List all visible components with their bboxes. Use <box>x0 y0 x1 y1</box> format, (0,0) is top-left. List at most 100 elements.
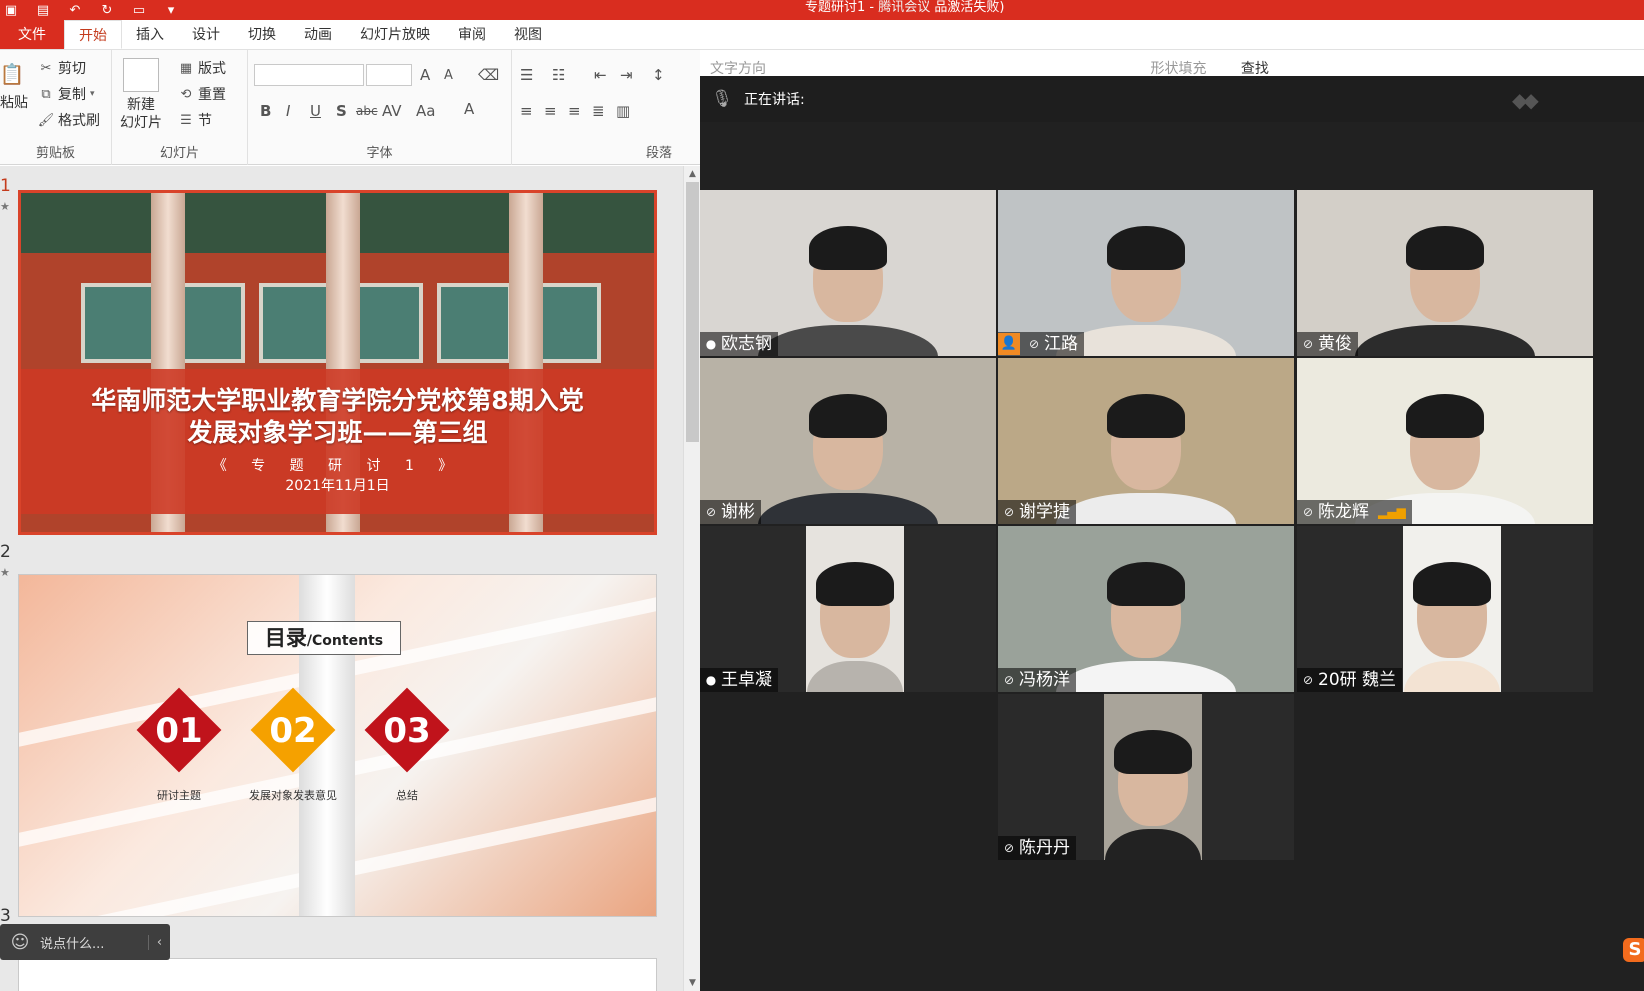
slide-thumbnail-2[interactable]: 目录/Contents 01 研讨主题 02 发展对象发表意见 03 总结 <box>18 574 657 917</box>
chat-input-pill[interactable]: ☺ 说点什么... ‹ <box>0 924 170 960</box>
participant-nameplate: ⊘ 黄俊 <box>1297 332 1358 356</box>
participant-body <box>1056 661 1236 692</box>
participant-hair <box>809 394 887 438</box>
slide-thumbnail-1[interactable]: 华南师范大学职业教育学院分党校第8期入党 发展对象学习班——第三组 《 专 题 … <box>18 190 657 535</box>
window-title: 专题研讨1 - 腾讯会议 品激活失败) <box>805 0 1004 16</box>
align-right-icon[interactable]: ≡ <box>568 102 581 120</box>
video-grid: ● 欧志钢 👤 ⊘ 江路 ⊘ 黄俊 ⊘ 谢彬 ⊘ 谢学捷 ⊘ 陈龙辉 ▂▄▆ ● 王卓凝 ⊘ 冯杨洋 ⊘ 20研 魏兰… <box>700 122 1644 991</box>
participant-name: 江路 <box>1044 334 1078 354</box>
font-color-button[interactable]: A <box>464 100 474 118</box>
bold-button[interactable]: B <box>260 102 271 120</box>
save-icon[interactable]: ▤ <box>34 2 52 18</box>
video-tile[interactable]: ⊘ 陈丹丹 <box>998 694 1294 860</box>
video-tile[interactable]: ⊘ 冯杨洋 <box>998 526 1294 692</box>
participant-nameplate: ⊘ 谢彬 <box>700 500 761 524</box>
video-tile[interactable]: ⊘ 20研 魏兰 <box>1297 526 1593 692</box>
participant-nameplate: ⊘ 陈龙辉 ▂▄▆ <box>1297 500 1412 524</box>
line-spacing-icon[interactable]: ↕ <box>652 66 665 84</box>
columns-icon[interactable]: ▥ <box>616 102 630 120</box>
participant-body <box>1404 661 1500 692</box>
copy-button[interactable]: ⧉ 复制 ▾ <box>38 84 95 104</box>
ribbon-tab[interactable]: 开始 <box>64 20 122 49</box>
reset-button[interactable]: ⟲ 重置 <box>178 84 226 104</box>
slide-thumbnail-3[interactable] <box>18 958 657 991</box>
participant-body <box>1056 493 1236 524</box>
meeting-window: 🎙 正在讲话: ◆◆ ● 欧志钢 👤 ⊘ 江路 ⊘ 黄俊 ⊘ 谢彬 ⊘ 谢学捷 ⊘ 陈龙辉 ▂▄▆ ● 王卓凝… <box>700 76 1644 991</box>
cut-button[interactable]: ✂ 剪切 <box>38 58 86 78</box>
mic-muted-icon: ⊘ <box>1302 673 1314 687</box>
align-center-icon[interactable]: ≡ <box>544 102 557 120</box>
ribbon-tab[interactable]: 切换 <box>234 20 290 49</box>
section-label: 节 <box>198 113 212 129</box>
scroll-down-icon[interactable]: ▼ <box>684 975 701 991</box>
participant-hair <box>1107 394 1185 438</box>
ribbon-tab[interactable]: 幻灯片放映 <box>346 20 444 49</box>
strikethrough-button[interactable]: abc <box>356 104 378 118</box>
input-method-icon[interactable]: S <box>1623 938 1644 962</box>
section-button[interactable]: ☰ 节 <box>178 110 212 130</box>
speaking-label: 正在讲话: <box>744 92 805 108</box>
font-group-label: 字体 <box>366 146 393 161</box>
title-prefix: 专题研讨1 - <box>805 0 875 15</box>
text-direction-label: 文字方向 <box>710 61 766 77</box>
align-left-icon[interactable]: ≡ <box>520 102 533 120</box>
copy-dropdown-icon[interactable]: ▾ <box>90 89 95 99</box>
video-tile[interactable]: ● 欧志钢 <box>700 190 996 356</box>
underline-button[interactable]: U <box>310 102 321 120</box>
thumbnail-scrollbar[interactable]: ▲ ▼ <box>683 166 700 991</box>
video-tile[interactable]: ⊘ 陈龙辉 ▂▄▆ <box>1297 358 1593 524</box>
participant-body <box>1355 325 1535 356</box>
undo-icon[interactable]: ↶ <box>66 2 84 18</box>
ribbon-tab[interactable]: 动画 <box>290 20 346 49</box>
char-spacing-button[interactable]: AV <box>382 102 402 120</box>
decrease-indent-icon[interactable]: ⇤ <box>594 66 607 84</box>
shrink-font-button[interactable]: A <box>444 68 453 83</box>
chat-placeholder[interactable]: 说点什么... <box>40 933 148 952</box>
shadow-button[interactable]: S <box>336 102 347 120</box>
ribbon-tab[interactable]: 视图 <box>500 20 556 49</box>
video-tile[interactable]: ⊘ 黄俊 <box>1297 190 1593 356</box>
participant-hair <box>816 562 894 606</box>
collapse-arrow-icon[interactable]: ‹ <box>148 934 170 950</box>
font-name-select[interactable] <box>254 64 364 86</box>
video-tile[interactable]: ● 王卓凝 <box>700 526 996 692</box>
change-case-button[interactable]: Aa <box>416 102 435 120</box>
paste-button[interactable]: 📋 粘贴 <box>0 60 28 112</box>
mic-muted-icon: ⊘ <box>1003 505 1015 519</box>
format-painter-button[interactable]: 🖌 格式刷 <box>38 110 100 130</box>
italic-button[interactable]: I <box>286 102 290 120</box>
new-slide-button[interactable]: 新建 幻灯片 <box>120 58 162 132</box>
slides-group-label: 幻灯片 <box>159 146 199 161</box>
justify-icon[interactable]: ≣ <box>592 102 605 120</box>
find-button[interactable]: 查找 <box>1241 61 1269 77</box>
clipboard-group: 📋 粘贴 ✂ 剪切 ⧉ 复制 ▾ 🖌 格式刷 剪贴板 <box>0 50 112 165</box>
scroll-thumb[interactable] <box>686 182 699 442</box>
scroll-up-icon[interactable]: ▲ <box>684 166 701 182</box>
emoji-icon[interactable]: ☺ <box>0 932 40 953</box>
numbering-icon[interactable]: ☷ <box>552 66 565 84</box>
customize-qat-icon[interactable]: ▾ <box>162 2 180 18</box>
font-size-select[interactable] <box>366 64 412 86</box>
participant-name: 王卓凝 <box>721 670 772 690</box>
ribbon-tab[interactable]: 设计 <box>178 20 234 49</box>
grow-font-button[interactable]: A <box>420 66 430 84</box>
video-tile[interactable]: 👤 ⊘ 江路 <box>998 190 1294 356</box>
ribbon-tab[interactable]: 文件 <box>0 20 64 49</box>
video-tile[interactable]: ⊘ 谢彬 <box>700 358 996 524</box>
slideshow-icon[interactable]: ▭ <box>130 2 148 18</box>
clear-format-icon[interactable]: ⌫ <box>478 66 499 84</box>
title-bar: ▣ ▤ ↶ ↻ ▭ ▾ 专题研讨1 - 腾讯会议 品激活失败) <box>0 0 1644 20</box>
camera-feed <box>1104 694 1202 860</box>
paste-label: 粘贴 <box>0 95 28 111</box>
video-tile[interactable]: ⊘ 谢学捷 <box>998 358 1294 524</box>
participant-hair <box>809 226 887 270</box>
participant-name: 黄俊 <box>1318 334 1352 354</box>
redo-icon[interactable]: ↻ <box>98 2 116 18</box>
ribbon-tab[interactable]: 审阅 <box>444 20 500 49</box>
layout-button[interactable]: ▦ 版式 <box>178 58 226 78</box>
participant-nameplate: ⊘ 冯杨洋 <box>998 668 1076 692</box>
increase-indent-icon[interactable]: ⇥ <box>620 66 633 84</box>
ribbon-tab[interactable]: 插入 <box>122 20 178 49</box>
slide2-heading-big: 目录 <box>264 626 307 650</box>
bullets-icon[interactable]: ☰ <box>520 66 533 84</box>
